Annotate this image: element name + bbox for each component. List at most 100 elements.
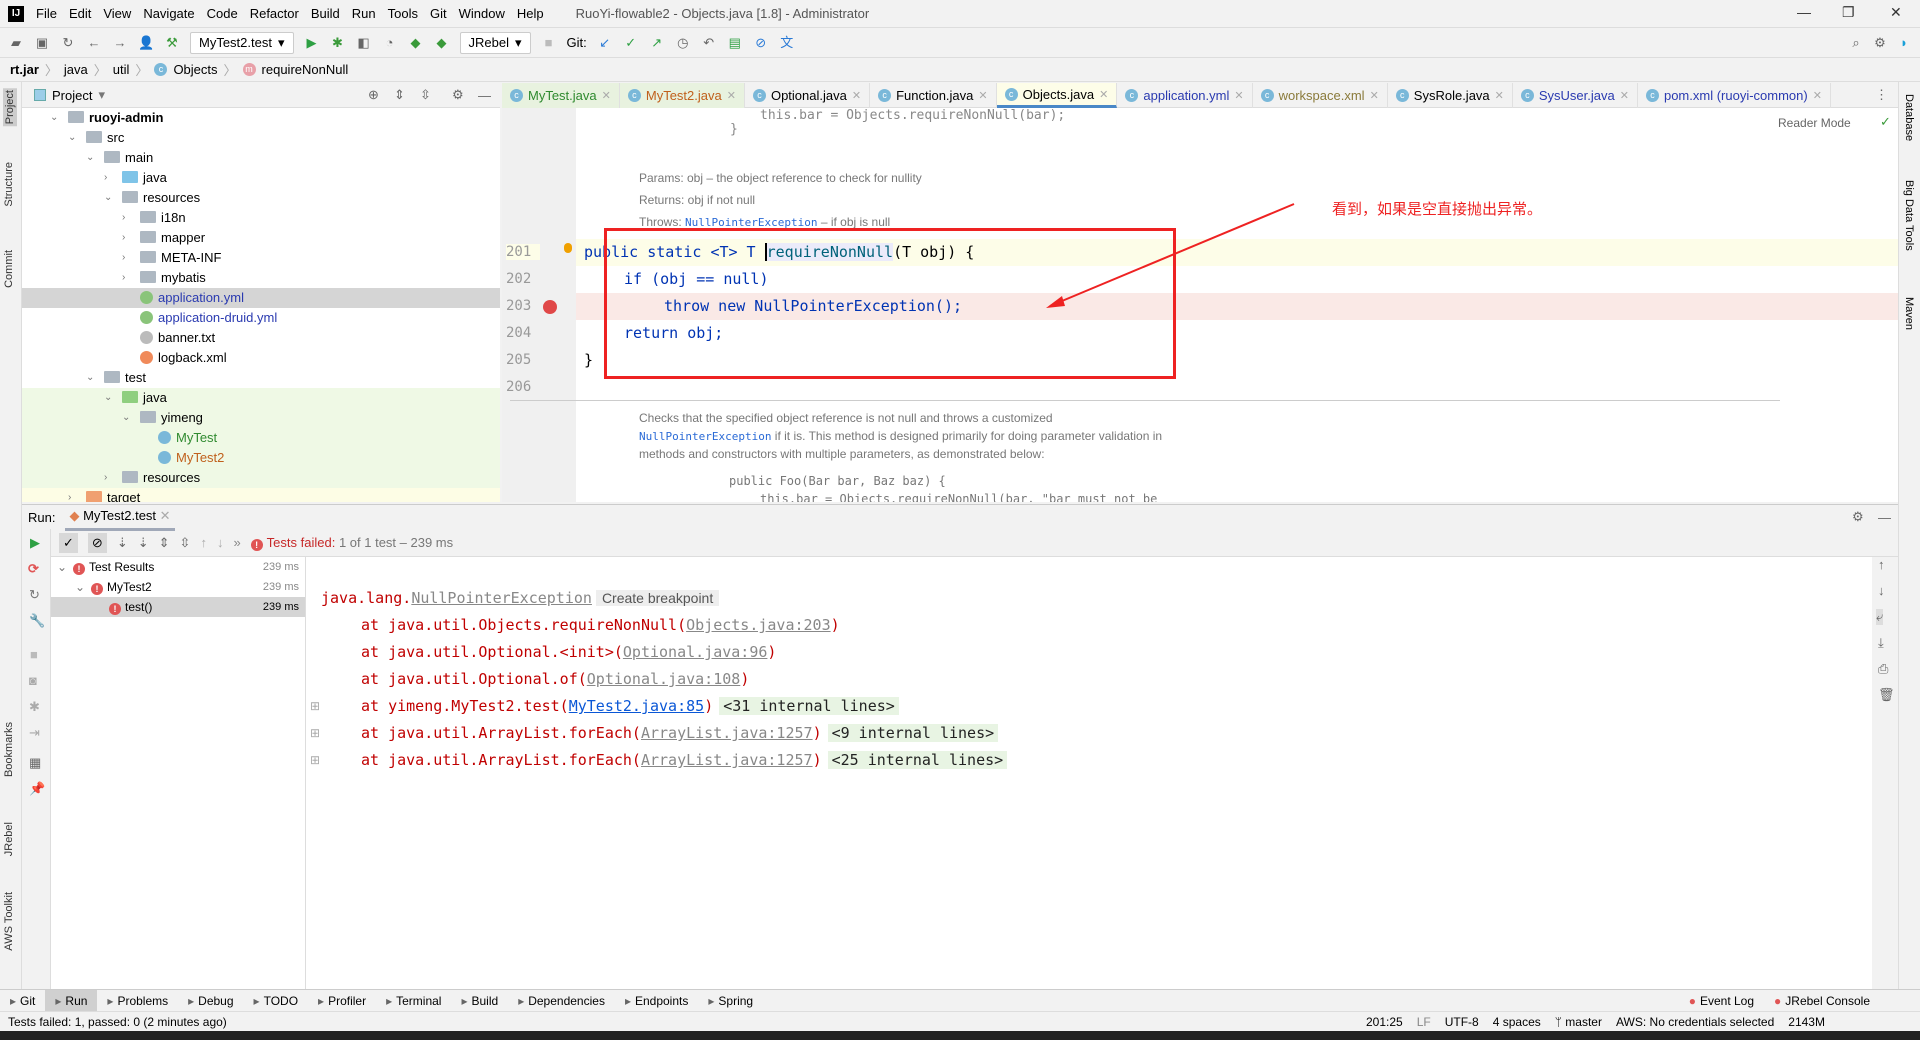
stripe-database[interactable]: Database bbox=[1903, 94, 1915, 141]
close-icon[interactable]: ✕ bbox=[602, 89, 611, 102]
editor-tab[interactable]: c Objects.java ✕ bbox=[996, 83, 1118, 108]
chevron-down-icon[interactable]: ⌄ bbox=[104, 188, 114, 208]
tree-item[interactable]: MyTest bbox=[22, 428, 500, 448]
close-icon[interactable]: ✕ bbox=[978, 89, 987, 102]
tree-item[interactable]: application-druid.yml bbox=[22, 308, 500, 328]
close-icon[interactable]: ✕ bbox=[1620, 89, 1629, 102]
chevron-right-icon[interactable]: › bbox=[122, 268, 132, 288]
search-icon[interactable]: ⌕ bbox=[1848, 35, 1864, 51]
expand-all-icon[interactable]: ⇕ bbox=[159, 535, 170, 551]
debug-icon[interactable]: ✱ bbox=[330, 35, 346, 51]
editor-tab[interactable]: c SysRole.java ✕ bbox=[1388, 83, 1513, 108]
gear-icon[interactable]: ⚙ bbox=[452, 87, 464, 103]
crumb-rtjar[interactable]: rt.jar bbox=[10, 62, 39, 77]
console-output[interactable]: java.lang.NullPointerException Create bre… bbox=[306, 557, 1895, 989]
tree-item[interactable]: banner.txt bbox=[22, 328, 500, 348]
test-tree-item[interactable]: ! test() 239 ms bbox=[51, 597, 305, 617]
hide-icon[interactable]: — bbox=[1878, 510, 1891, 525]
stop-icon[interactable]: ■ bbox=[541, 35, 557, 51]
collapse-all-icon[interactable]: ⇳ bbox=[420, 87, 431, 103]
menu-git[interactable]: Git bbox=[430, 6, 447, 21]
editor-tab[interactable]: c Optional.java ✕ bbox=[745, 83, 871, 108]
translate-icon[interactable]: 文 bbox=[779, 35, 795, 51]
aws-credentials[interactable]: AWS: No credentials selected bbox=[1616, 1015, 1774, 1029]
toggle-auto-test-icon[interactable]: ↻ bbox=[29, 587, 40, 603]
memory-indicator[interactable]: 2143M bbox=[1788, 1015, 1825, 1029]
git-push-icon[interactable]: ↗ bbox=[649, 35, 665, 51]
user-icon[interactable]: 👤 bbox=[138, 35, 154, 51]
editor-tab[interactable]: c MyTest2.java ✕ bbox=[619, 83, 745, 108]
rerun-failed-icon[interactable]: ⟳ bbox=[28, 561, 39, 577]
close-icon[interactable]: ✕ bbox=[1234, 89, 1243, 102]
internal-lines-fold[interactable]: <9 internal lines> bbox=[827, 724, 999, 742]
debug-icon[interactable]: ✱ bbox=[29, 699, 40, 715]
more-icon[interactable]: » bbox=[233, 535, 240, 550]
tree-item[interactable]: MyTest2 bbox=[22, 448, 500, 468]
hide-icon[interactable]: — bbox=[478, 88, 491, 103]
editor-tab[interactable]: c SysUser.java ✕ bbox=[1513, 83, 1638, 108]
menu-file[interactable]: File bbox=[36, 6, 57, 21]
chevron-down-icon[interactable]: ⌄ bbox=[104, 388, 114, 408]
bottom-tab-todo[interactable]: ▸ TODO bbox=[244, 990, 308, 1012]
internal-lines-fold[interactable]: <25 internal lines> bbox=[827, 751, 1008, 769]
save-icon[interactable]: ▣ bbox=[34, 35, 50, 51]
close-icon[interactable]: ✕ bbox=[852, 89, 861, 102]
close-icon[interactable]: ✕ bbox=[1813, 89, 1822, 102]
git-commit-icon[interactable]: ✓ bbox=[623, 35, 639, 51]
minimize-button[interactable]: — bbox=[1797, 4, 1811, 20]
close-icon[interactable]: ✕ bbox=[1370, 89, 1379, 102]
tree-item[interactable]: › resources bbox=[22, 468, 500, 488]
wrench-icon[interactable]: 🔧 bbox=[29, 613, 45, 629]
frame-link[interactable]: Optional.java:96 bbox=[623, 643, 768, 661]
crumb-method[interactable]: requireNonNull bbox=[262, 62, 349, 77]
crumb-util[interactable]: util bbox=[113, 62, 130, 77]
menu-tools[interactable]: Tools bbox=[388, 6, 418, 21]
git-rollback-icon[interactable]: ↶ bbox=[701, 35, 717, 51]
show-passed-icon[interactable]: ✓ bbox=[59, 532, 78, 553]
run-tab[interactable]: ◆ MyTest2.test ✕ bbox=[65, 504, 175, 531]
tree-item[interactable]: ⌄ test bbox=[22, 368, 500, 388]
code-editor[interactable]: 201 202 203 204 205 206 this.bar = Objects.re… bbox=[502, 108, 1898, 502]
menu-navigate[interactable]: Navigate bbox=[143, 6, 194, 21]
stripe-aws-toolkit[interactable]: AWS Toolkit bbox=[3, 892, 15, 951]
editor-tab[interactable]: c pom.xml (ruoyi-common) ✕ bbox=[1638, 83, 1831, 108]
tree-item[interactable]: ⌄ ruoyi-admin bbox=[22, 108, 500, 128]
stripe-project[interactable]: Project bbox=[3, 88, 17, 127]
tree-item[interactable]: › mapper bbox=[22, 228, 500, 248]
next-failed-icon[interactable]: ↓ bbox=[217, 535, 224, 550]
chevron-down-icon[interactable]: ▾ bbox=[98, 87, 105, 103]
bottom-tab-problems[interactable]: ▸ Problems bbox=[97, 990, 178, 1012]
exit-icon[interactable]: ⇥ bbox=[29, 725, 40, 741]
exception-link[interactable]: NullPointerException bbox=[411, 589, 592, 607]
chevron-down-icon[interactable]: ⌄ bbox=[68, 128, 78, 148]
run-icon[interactable]: ▶ bbox=[304, 35, 320, 51]
pin-icon[interactable]: 📌 bbox=[29, 781, 45, 797]
chevron-down-icon[interactable]: ⌄ bbox=[50, 108, 60, 128]
run-config-select[interactable]: MyTest2.test ▾ bbox=[190, 31, 294, 54]
forward-icon[interactable]: → bbox=[112, 35, 128, 51]
frame-link[interactable]: MyTest2.java:85 bbox=[569, 697, 704, 715]
power-save-icon[interactable]: ⊘ bbox=[753, 35, 769, 51]
stripe-structure[interactable]: Structure bbox=[3, 162, 15, 207]
toolbox-icon[interactable]: ◗ bbox=[1896, 35, 1912, 51]
stripe-bookmarks[interactable]: Bookmarks bbox=[3, 722, 15, 777]
line-separator[interactable]: LF bbox=[1417, 1015, 1431, 1029]
profile-icon[interactable]: ◔ bbox=[382, 35, 398, 51]
scroll-end-icon[interactable]: ⤓ bbox=[1878, 635, 1884, 651]
sort-duration-icon[interactable]: ⇣ bbox=[138, 535, 149, 551]
menu-view[interactable]: View bbox=[103, 6, 131, 21]
chevron-down-icon[interactable]: ⌄ bbox=[86, 368, 96, 388]
chevron-right-icon[interactable]: › bbox=[104, 168, 114, 188]
status-message[interactable]: Tests failed: 1, passed: 0 (2 minutes ag… bbox=[8, 1015, 227, 1029]
bottom-tab-run[interactable]: ▸ Run bbox=[45, 989, 98, 1012]
tree-item[interactable]: › target bbox=[22, 488, 500, 502]
git-update-icon[interactable]: ↙ bbox=[597, 35, 613, 51]
soft-wrap-icon[interactable]: ⤶ bbox=[1876, 609, 1884, 625]
chevron-right-icon[interactable]: › bbox=[122, 208, 132, 228]
frame-link[interactable]: ArrayList.java:1257 bbox=[641, 751, 813, 769]
indent-setting[interactable]: 4 spaces bbox=[1493, 1015, 1541, 1029]
bottom-tab-dependencies[interactable]: ▸ Dependencies bbox=[508, 990, 615, 1012]
close-icon[interactable]: ✕ bbox=[1495, 89, 1504, 102]
branch-widget[interactable]: ᛘ master bbox=[1555, 1015, 1602, 1029]
close-icon[interactable]: ✕ bbox=[160, 508, 171, 523]
